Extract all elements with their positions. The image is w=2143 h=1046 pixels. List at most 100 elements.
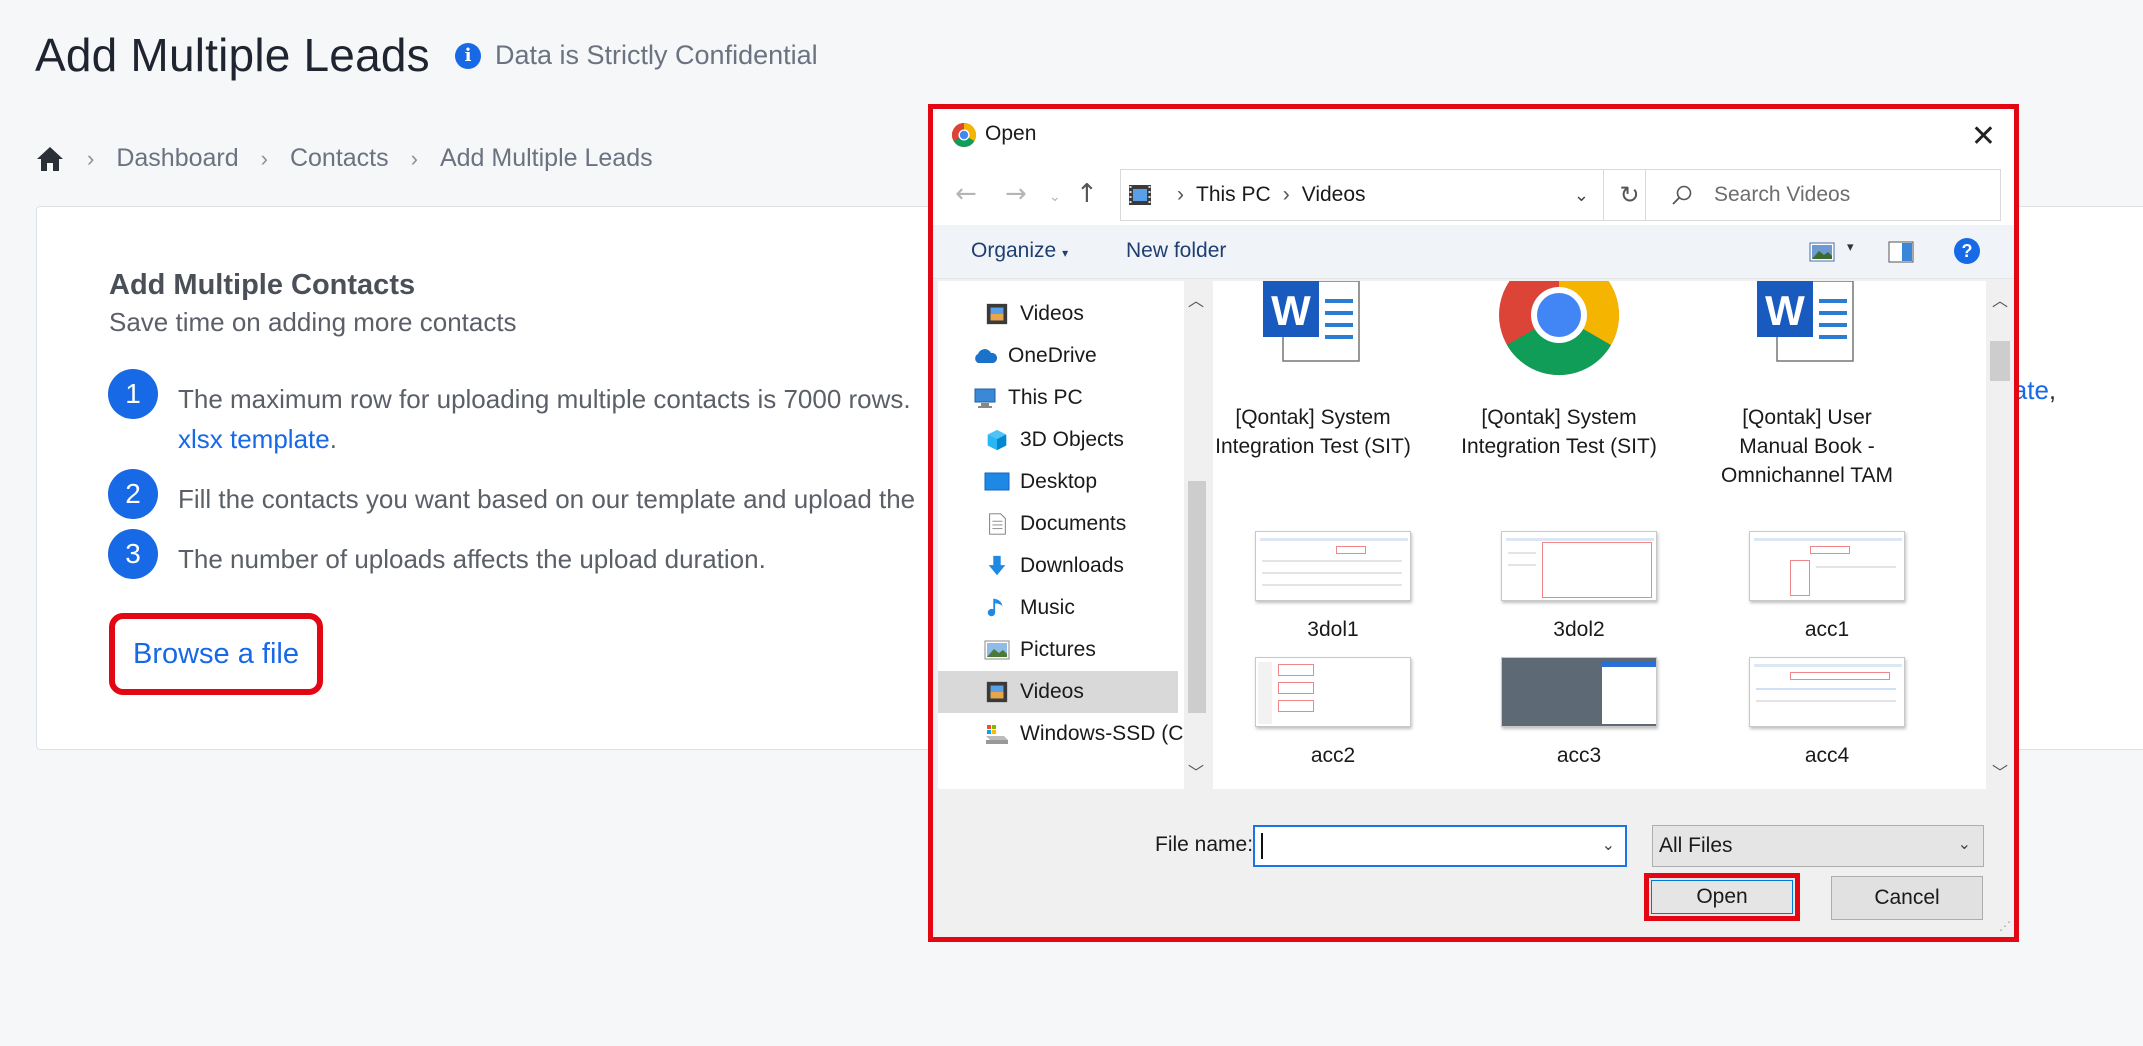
step-1-text: The maximum row for uploading multiple c… bbox=[178, 384, 911, 414]
file-list-scrollbar[interactable]: ︿ ﹀ bbox=[1986, 281, 2014, 789]
nav-item-videos-selected[interactable]: Videos bbox=[938, 671, 1178, 713]
address-videos[interactable]: Videos bbox=[1302, 183, 1366, 207]
nav-item-label: Pictures bbox=[1020, 638, 1096, 661]
file-tile[interactable]: acc4 bbox=[1707, 657, 1907, 767]
nav-item-onedrive[interactable]: OneDrive bbox=[938, 335, 1178, 377]
nav-item-pictures[interactable]: Pictures bbox=[938, 629, 1178, 671]
scroll-up-icon[interactable]: ︿ bbox=[1188, 287, 1204, 311]
view-options-icon[interactable] bbox=[1809, 241, 1835, 263]
file-name: acc4 bbox=[1804, 744, 1850, 767]
file-tile[interactable]: [Qontak] System Integration Test (SIT) bbox=[1459, 281, 1659, 461]
dialog-navigation: ← → ⌄ ↑ › This PC › Videos ⌄ ↻ Search Vi… bbox=[933, 159, 2014, 225]
step-1-period: . bbox=[329, 424, 337, 454]
recent-locations-icon[interactable]: ⌄ bbox=[1049, 189, 1061, 205]
cancel-button[interactable]: Cancel bbox=[1831, 876, 1983, 920]
nav-item-desktop[interactable]: Desktop bbox=[938, 461, 1178, 503]
step-text: The maximum row for uploading multiple c… bbox=[178, 369, 911, 459]
file-tile[interactable]: acc2 bbox=[1213, 657, 1413, 767]
step-number: 1 bbox=[108, 369, 158, 419]
videos-folder-icon bbox=[1129, 185, 1151, 205]
forward-arrow-icon[interactable]: → bbox=[1005, 179, 1027, 209]
scroll-up-icon[interactable]: ︿ bbox=[1992, 287, 2008, 311]
navigation-pane: Videos OneDrive This PC 3D Objects Deskt… bbox=[938, 281, 1184, 789]
file-tile[interactable]: 3dol1 bbox=[1213, 531, 1413, 641]
card-title: Add Multiple Contacts bbox=[109, 269, 416, 301]
file-name: acc1 bbox=[1804, 618, 1850, 641]
scroll-down-icon[interactable]: ﹀ bbox=[1188, 759, 1204, 783]
address-this-pc[interactable]: This PC bbox=[1196, 183, 1271, 207]
step-2-text: Fill the contacts you want based on our … bbox=[178, 484, 916, 514]
scroll-down-icon[interactable]: ﹀ bbox=[1992, 759, 2008, 783]
file-name: 3dol1 bbox=[1307, 618, 1359, 641]
music-icon bbox=[987, 598, 1003, 617]
scrollbar-thumb[interactable] bbox=[1188, 481, 1206, 713]
file-tile[interactable]: W [Qontak] System Integration Test (SIT) bbox=[1213, 281, 1413, 461]
file-list: W [Qontak] System Integration Test (SIT)… bbox=[1213, 281, 1986, 789]
file-name-label: File name: bbox=[1155, 833, 1254, 856]
navigation-scrollbar[interactable]: ︿ ﹀ bbox=[1184, 281, 1210, 789]
nav-item-label: OneDrive bbox=[1008, 344, 1097, 367]
file-tile[interactable]: acc3 bbox=[1459, 657, 1659, 767]
screenshot-thumbnail bbox=[1749, 657, 1905, 727]
back-arrow-icon[interactable]: ← bbox=[955, 179, 977, 209]
videos-folder-icon bbox=[986, 681, 1008, 703]
nav-item-windows-ssd[interactable]: Windows-SSD (C:) bbox=[938, 713, 1184, 755]
card-subtitle: Save time on adding more contacts bbox=[109, 307, 517, 337]
file-type-value: All Files bbox=[1659, 834, 1733, 857]
breadcrumb-separator: › bbox=[87, 145, 95, 171]
nav-item-label: Documents bbox=[1020, 512, 1127, 535]
resize-grip-icon[interactable]: ⋰ bbox=[1999, 919, 2011, 933]
xlsx-template-link[interactable]: xlsx template bbox=[178, 424, 330, 454]
nav-item-downloads[interactable]: Downloads bbox=[938, 545, 1178, 587]
info-icon: i bbox=[455, 42, 481, 69]
breadcrumb-dashboard[interactable]: Dashboard bbox=[116, 144, 238, 173]
file-tile[interactable]: W [Qontak] User Manual Book - Omnichanne… bbox=[1707, 281, 1907, 487]
nav-item-this-pc[interactable]: This PC bbox=[938, 377, 1178, 419]
search-icon bbox=[1672, 185, 1692, 205]
breadcrumb-separator: › bbox=[260, 145, 268, 171]
chevron-down-icon[interactable]: ⌄ bbox=[1602, 835, 1615, 854]
nav-item-music[interactable]: Music bbox=[938, 587, 1178, 629]
svg-text:W: W bbox=[1765, 287, 1805, 334]
open-file-dialog: Open ✕ ← → ⌄ ↑ › This PC › Videos ⌄ ↻ Se… bbox=[928, 104, 2019, 942]
documents-icon bbox=[989, 513, 1006, 535]
organize-menu[interactable]: Organize ▾ bbox=[971, 239, 1068, 263]
scrollbar-thumb[interactable] bbox=[1990, 341, 2010, 381]
word-doc-icon: W bbox=[1757, 281, 1854, 362]
breadcrumb-contacts[interactable]: Contacts bbox=[290, 144, 389, 173]
file-name: acc3 bbox=[1556, 744, 1602, 767]
search-videos-input[interactable]: Search Videos bbox=[1645, 169, 2001, 221]
home-icon[interactable] bbox=[35, 145, 65, 173]
file-type-select[interactable]: All Files ⌄ bbox=[1652, 825, 1984, 867]
file-tile[interactable]: acc1 bbox=[1707, 531, 1907, 641]
preview-pane-icon[interactable] bbox=[1888, 241, 1914, 263]
screenshot-thumbnail bbox=[1255, 531, 1411, 601]
file-name: [Qontak] System Integration Test (SIT) bbox=[1215, 406, 1411, 458]
screenshot-thumbnail bbox=[1501, 531, 1657, 601]
nav-item-videos[interactable]: Videos bbox=[938, 293, 1178, 335]
close-icon[interactable]: ✕ bbox=[1971, 119, 1996, 154]
dialog-titlebar: Open ✕ bbox=[933, 109, 2014, 159]
step-3-text: The number of uploads affects the upload… bbox=[178, 544, 766, 574]
browse-file-button[interactable]: Browse a file bbox=[109, 613, 323, 695]
new-folder-button[interactable]: New folder bbox=[1126, 239, 1226, 263]
file-tile[interactable]: 3dol2 bbox=[1459, 531, 1659, 641]
help-icon[interactable]: ? bbox=[1954, 238, 1980, 264]
step-1: 1 The maximum row for uploading multiple… bbox=[108, 369, 911, 459]
file-name-input[interactable]: ⌄ bbox=[1253, 825, 1627, 867]
nav-item-3d-objects[interactable]: 3D Objects bbox=[938, 419, 1178, 461]
screenshot-thumbnail bbox=[1749, 531, 1905, 601]
up-arrow-icon[interactable]: ↑ bbox=[1076, 179, 1098, 209]
nav-item-documents[interactable]: Documents bbox=[938, 503, 1178, 545]
confidential-note: i Data is Strictly Confidential bbox=[455, 40, 818, 71]
step-2: 2 Fill the contacts you want based on ou… bbox=[108, 469, 915, 519]
address-separator: › bbox=[1177, 183, 1184, 206]
view-dropdown-icon[interactable]: ▾ bbox=[1847, 239, 1854, 255]
file-name: [Qontak] System Integration Test (SIT) bbox=[1461, 406, 1657, 458]
caret-down-icon: ▾ bbox=[1062, 246, 1069, 260]
dialog-toolbar: Organize ▾ New folder ▾ ? bbox=[933, 225, 2014, 279]
address-bar[interactable]: › This PC › Videos ⌄ bbox=[1120, 169, 1604, 221]
open-button[interactable]: Open bbox=[1644, 873, 1800, 921]
file-name: [Qontak] User Manual Book - Omnichannel … bbox=[1721, 406, 1893, 487]
address-dropdown-icon[interactable]: ⌄ bbox=[1574, 185, 1589, 206]
